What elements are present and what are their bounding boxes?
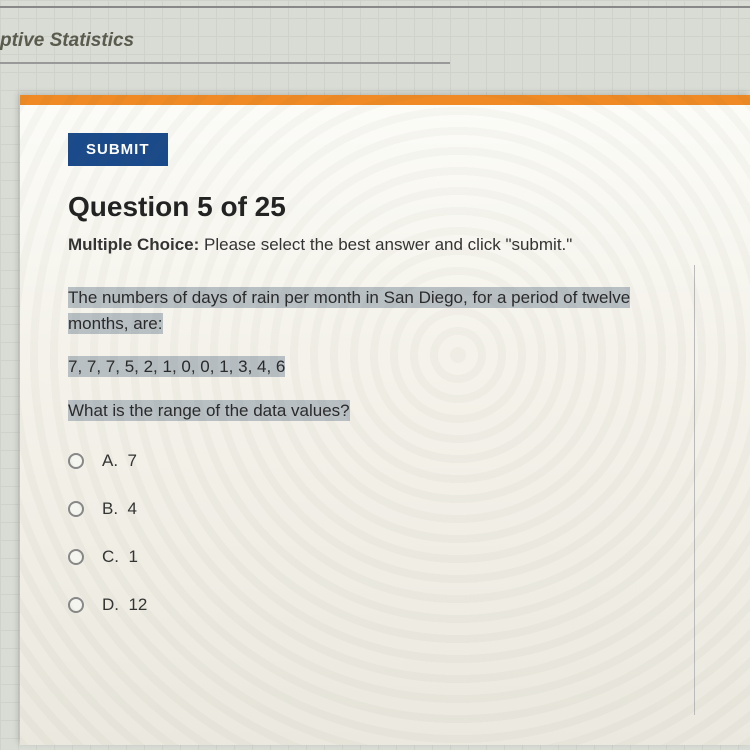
option-label: A. 7 xyxy=(102,451,137,471)
option-c[interactable]: C. 1 xyxy=(68,547,750,567)
instruction-text: Please select the best answer and click … xyxy=(199,235,572,254)
header-divider xyxy=(0,62,450,64)
options-group: A. 7 B. 4 C. 1 D. 12 xyxy=(68,451,750,615)
accent-bar xyxy=(20,95,750,105)
option-a[interactable]: A. 7 xyxy=(68,451,750,471)
radio-icon xyxy=(68,501,84,517)
option-label: D. 12 xyxy=(102,595,147,615)
section-title: ptive Statistics xyxy=(0,30,134,52)
option-d[interactable]: D. 12 xyxy=(68,595,750,615)
prompt-question: What is the range of the data values? xyxy=(68,400,350,421)
question-heading: Question 5 of 25 xyxy=(68,191,750,223)
prompt-intro: The numbers of days of rain per month in… xyxy=(68,287,630,334)
content-panel: SUBMIT Question 5 of 25 Multiple Choice:… xyxy=(20,95,750,745)
right-divider xyxy=(694,265,695,715)
option-label: B. 4 xyxy=(102,499,137,519)
question-body: The numbers of days of rain per month in… xyxy=(68,285,702,423)
top-window-border xyxy=(0,6,750,8)
prompt-data: 7, 7, 7, 5, 2, 1, 0, 0, 1, 3, 4, 6 xyxy=(68,356,285,377)
radio-icon xyxy=(68,453,84,469)
radio-icon xyxy=(68,549,84,565)
submit-button[interactable]: SUBMIT xyxy=(68,133,168,166)
option-label: C. 1 xyxy=(102,547,138,567)
question-instruction: Multiple Choice: Please select the best … xyxy=(68,235,750,255)
radio-icon xyxy=(68,597,84,613)
question-type-label: Multiple Choice: xyxy=(68,235,199,254)
option-b[interactable]: B. 4 xyxy=(68,499,750,519)
